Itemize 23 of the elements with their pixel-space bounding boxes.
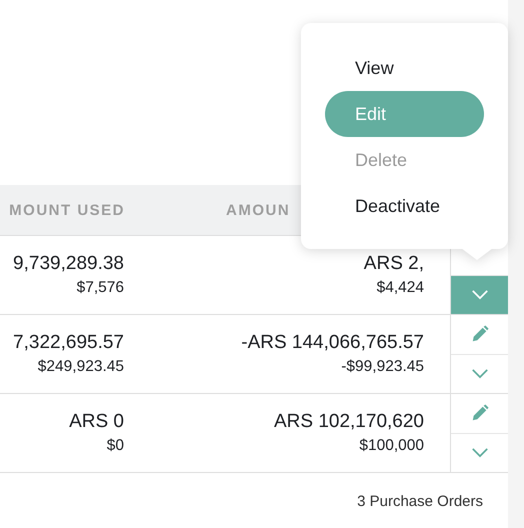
menu-item[interactable]: Deactivate [325,183,484,229]
record-count: 3 Purchase Orders [357,493,483,510]
amount-text: -ARS 144,066,765.57 [241,332,424,354]
usd-amount-text: -$99,923.45 [341,358,424,376]
amount-text: ARS 0 [69,411,124,433]
chevron-down-icon [470,368,488,380]
usd-amount-text: $0 [106,437,124,455]
pencil-icon[interactable] [470,325,488,344]
amount-text: 9,739,289.38 [13,253,124,275]
column-header: AMOUN [226,202,290,218]
usd-amount-text: $249,923.45 [38,358,124,376]
pencil-icon[interactable] [470,404,488,422]
usd-amount-text: $100,000 [359,437,424,455]
amount-text: 7,322,695.57 [13,332,124,354]
chevron-down-icon [470,447,488,458]
column-header: MOUNT USED [9,202,125,218]
menu-item[interactable]: View [325,45,484,91]
expand-toggle[interactable] [451,276,508,314]
chevron-down-icon [470,289,488,300]
usd-amount-text: $4,424 [376,279,424,297]
usd-amount-text: $7,576 [76,279,124,297]
amount-text: ARS 102,170,620 [274,411,424,433]
amount-text: ARS 2, [364,253,424,275]
